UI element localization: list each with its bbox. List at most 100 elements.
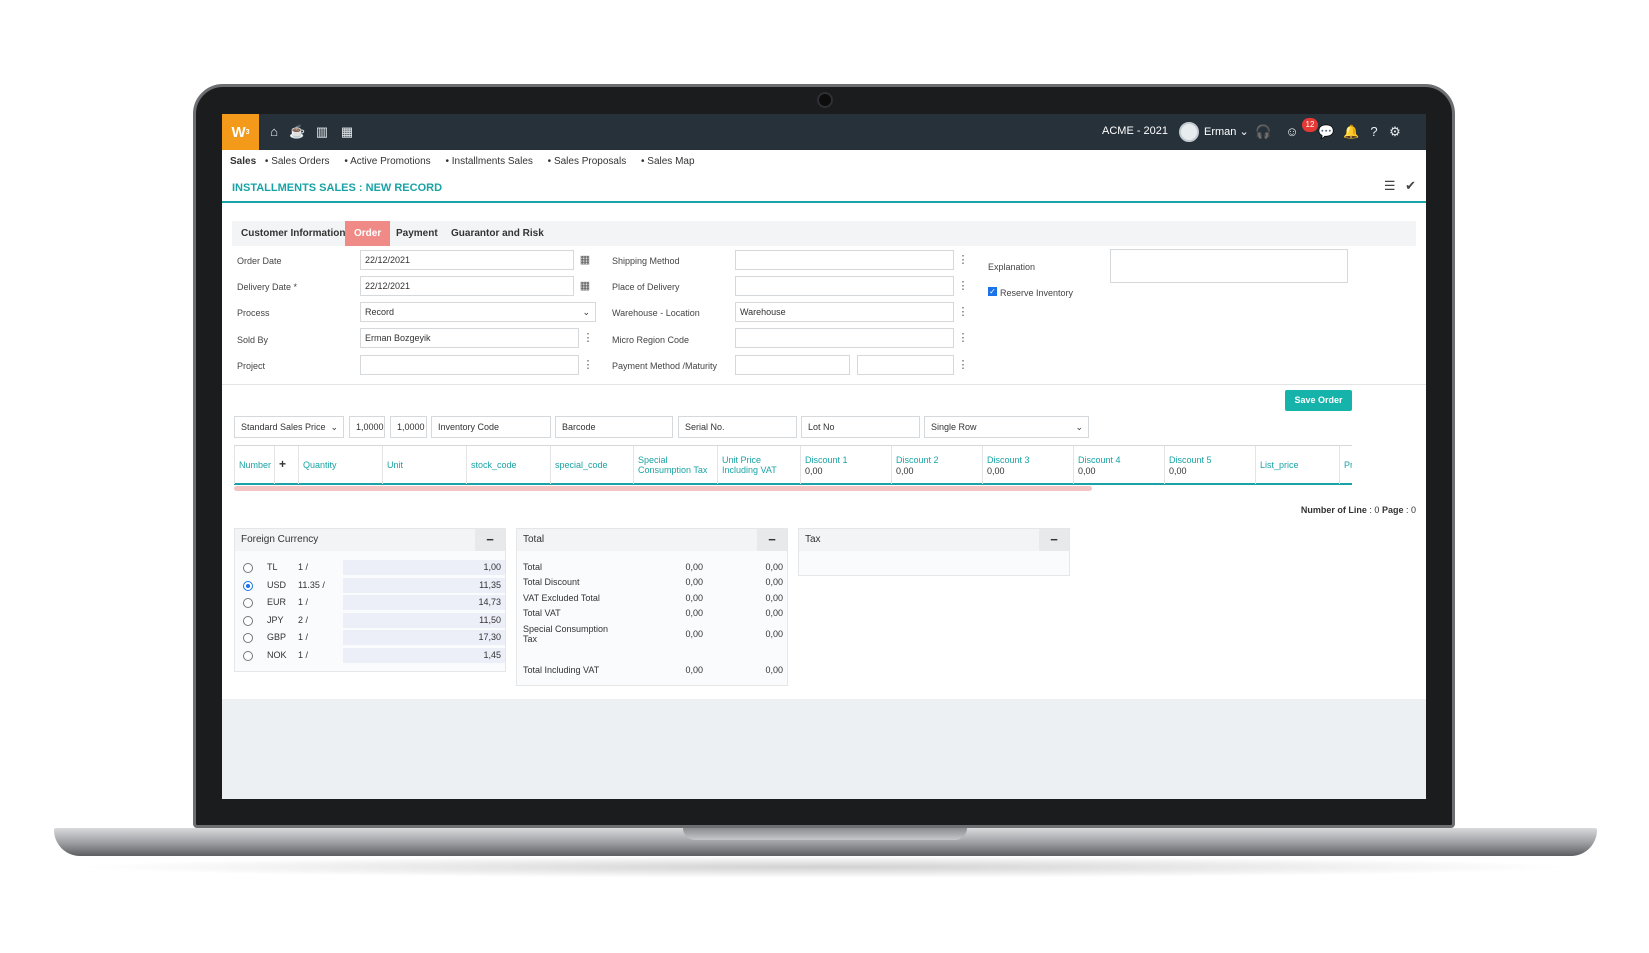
calendar-icon[interactable]: ▦ [576, 250, 594, 270]
total-value-fx: 0,00 [765, 629, 783, 639]
breadcrumb-item-sales-map[interactable]: • Sales Map [641, 156, 701, 167]
more-options-icon[interactable]: ⋮ [954, 250, 972, 270]
delivery-date-field[interactable]: 22/12/2021 [360, 276, 574, 296]
more-options-icon[interactable]: ⋮ [954, 276, 972, 296]
bell-icon[interactable]: 🔔 [1343, 124, 1359, 140]
column-unit-price-including-vat[interactable]: Unit Price Including VAT [717, 446, 800, 484]
maturity-field[interactable] [857, 355, 954, 375]
barcode-field[interactable]: Barcode [555, 416, 673, 438]
column-special-code[interactable]: special_code [550, 446, 633, 484]
currency-value-field[interactable]: 17,30 [343, 630, 505, 645]
reserve-inventory-checkbox[interactable]: ✓ [988, 287, 997, 296]
sold-by-field[interactable]: Erman Bozgeyik [360, 328, 579, 348]
currency-value-field[interactable]: 11,50 [343, 613, 505, 628]
column-label: Unit [387, 460, 404, 470]
multiplier-1-field[interactable]: 1,0000 [349, 416, 385, 438]
tab-customer-information[interactable]: Customer Information [232, 221, 354, 246]
warehouse-location-field[interactable]: Warehouse [735, 302, 954, 322]
foreign-currency-panel: Foreign Currency − TL 1 / 1,00 USD 11.35… [234, 528, 506, 672]
inventory-code-field[interactable]: Inventory Code [431, 416, 551, 438]
multiplier-2-field[interactable]: 1,0000 [390, 416, 427, 438]
app-logo[interactable]: W3 [222, 114, 259, 150]
more-options-icon[interactable]: ⋮ [954, 328, 972, 348]
tab-guarantor-and-risk[interactable]: Guarantor and Risk [442, 221, 553, 246]
column-discount-1[interactable]: Discount 1 0,00 [800, 446, 891, 484]
calendar-icon[interactable]: ▦ [339, 124, 355, 140]
column-stock-code[interactable]: stock_code [466, 446, 550, 484]
grid-horizontal-scrollbar[interactable] [234, 486, 1092, 491]
list-icon[interactable]: ☰ [1384, 178, 1396, 193]
add-row-button[interactable]: + [274, 446, 298, 484]
column-discount-2[interactable]: Discount 2 0,00 [891, 446, 982, 484]
column-discount-4[interactable]: Discount 4 0,00 [1073, 446, 1164, 484]
column-list-price[interactable]: List_price [1255, 446, 1339, 484]
chat-icon[interactable]: 💬 [1318, 124, 1334, 140]
price-list-select[interactable]: Standard Sales Price ⌄ [234, 416, 344, 438]
save-order-button[interactable]: Save Order [1285, 390, 1352, 411]
home-icon[interactable]: ⌂ [266, 124, 282, 140]
project-field[interactable] [360, 355, 579, 375]
currency-value-field[interactable]: 1,45 [343, 648, 505, 663]
column-unit[interactable]: Unit [382, 446, 466, 484]
tab-order[interactable]: Order [345, 221, 391, 246]
totals-panel: Total − Total 0,00 0,00 Total Discount 0… [516, 528, 788, 686]
calendar-icon[interactable]: ▦ [576, 276, 594, 296]
more-options-icon[interactable]: ⋮ [954, 355, 972, 375]
currency-value-field[interactable]: 14,73 [343, 595, 505, 610]
column-discount-5[interactable]: Discount 5 0,00 [1164, 446, 1255, 484]
check-icon[interactable]: ✔ [1405, 178, 1416, 193]
currency-code: EUR [267, 597, 287, 607]
warehouse-location-label: Warehouse - Location [612, 308, 700, 318]
breadcrumb-item-installments-sales[interactable]: • Installments Sales [445, 156, 538, 167]
cup-icon[interactable]: ☕ [289, 124, 305, 140]
column-discount-3[interactable]: Discount 3 0,00 [982, 446, 1073, 484]
headset-icon[interactable]: 🎧 [1255, 124, 1271, 140]
bar-chart-icon[interactable]: ▥ [314, 124, 330, 140]
help-icon[interactable]: ? [1366, 124, 1382, 140]
currency-radio[interactable] [243, 633, 253, 643]
column-value: 0,00 [1078, 466, 1096, 476]
currency-radio[interactable] [243, 616, 253, 626]
breadcrumb-item-sales-proposals[interactable]: • Sales Proposals [548, 156, 633, 167]
explanation-textarea[interactable] [1110, 249, 1348, 283]
column-price[interactable]: Pri [1339, 446, 1352, 484]
collapse-icon[interactable]: − [475, 529, 505, 551]
currency-radio[interactable] [243, 563, 253, 573]
company-name[interactable]: ACME - 2021 [1102, 125, 1168, 137]
lot-no-field[interactable]: Lot No [801, 416, 920, 438]
smiley-icon[interactable]: ☺ [1284, 124, 1300, 140]
user-menu[interactable]: Erman ⌄ [1204, 125, 1249, 138]
line-count-value: 0 [1374, 505, 1380, 515]
currency-radio[interactable] [243, 651, 253, 661]
column-special-consumption-tax[interactable]: Special Consumption Tax [633, 446, 717, 484]
more-options-icon[interactable]: ⋮ [579, 328, 597, 348]
breadcrumb-item-sales-orders[interactable]: • Sales Orders [265, 156, 336, 167]
micro-region-code-field[interactable] [735, 328, 954, 348]
tab-payment[interactable]: Payment [387, 221, 447, 246]
currency-radio[interactable] [243, 598, 253, 608]
gear-icon[interactable]: ⚙ [1387, 124, 1403, 140]
breadcrumb-item-active-promotions[interactable]: • Active Promotions [344, 156, 436, 167]
order-date-field[interactable]: 22/12/2021 [360, 250, 574, 270]
avatar[interactable] [1179, 122, 1199, 142]
collapse-icon[interactable]: − [1039, 529, 1069, 551]
currency-value-field[interactable]: 11,35 [343, 578, 505, 593]
currency-value-field[interactable]: 1,00 [343, 560, 505, 575]
collapse-icon[interactable]: − [757, 529, 787, 551]
breadcrumb-root[interactable]: Sales [230, 156, 256, 167]
currency-radio[interactable] [243, 581, 253, 591]
breadcrumb: Sales • Sales Orders • Active Promotions… [230, 156, 707, 167]
serial-no-field[interactable]: Serial No. [678, 416, 797, 438]
place-of-delivery-field[interactable] [735, 276, 954, 296]
column-quantity[interactable]: Quantity [298, 446, 382, 484]
more-options-icon[interactable]: ⋮ [579, 355, 597, 375]
column-value: 0,00 [896, 466, 914, 476]
shipping-method-field[interactable] [735, 250, 954, 270]
process-select[interactable]: Record ⌄ [360, 302, 596, 322]
column-label: Discount 3 [987, 455, 1030, 465]
payment-method-field[interactable] [735, 355, 850, 375]
total-value: 0,00 [685, 577, 703, 587]
column-number[interactable]: Number [234, 446, 274, 484]
row-mode-select[interactable]: Single Row ⌄ [924, 416, 1089, 438]
more-options-icon[interactable]: ⋮ [954, 302, 972, 322]
